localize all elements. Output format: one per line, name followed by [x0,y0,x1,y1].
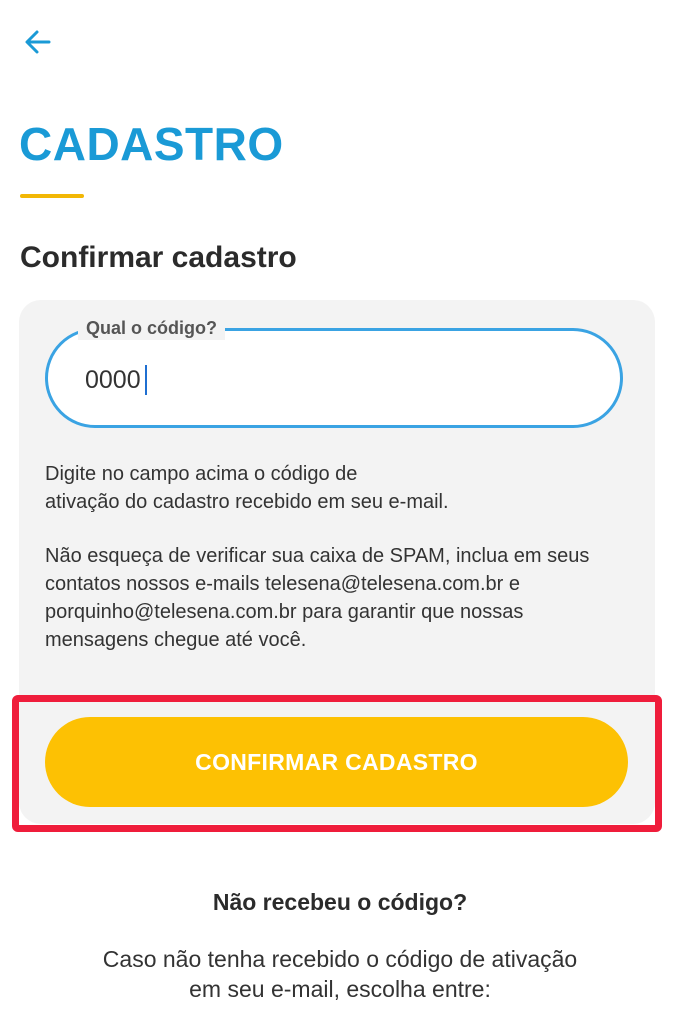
section-title: Confirmar cadastro [20,241,297,274]
resend-title: Não recebeu o código? [212,889,468,915]
code-field-label: Qual o código? [78,316,225,340]
resend-text-line: Caso não tenha recebido o código de ativ… [102,946,578,972]
instruction-line: Digite no campo acima o código de [45,463,358,485]
resend-text-line: em seu e-mail, escolha entre: [189,976,491,1002]
highlight-box [12,695,662,832]
spam-notice-line: Não esqueça de verificar sua caixa de SP… [45,545,590,567]
spam-notice-line: contatos nossos e-mails telesena@telesen… [45,573,520,595]
page-title: CADASTRO [19,118,284,170]
back-button[interactable] [18,22,58,62]
instruction-line: ativação do cadastro recebido em seu e-m… [45,491,449,513]
instruction-text: Digite no campo acima o código de ativaç… [45,460,645,516]
arrow-left-icon [25,30,51,54]
resend-text: Caso não tenha recebido o código de ativ… [40,944,640,1004]
registration-screen: CADASTRO Confirmar cadastro Qual o códig… [0,0,680,1024]
spam-notice-line: porquinho@telesena.com.br para garantir … [45,601,524,623]
text-caret [145,365,147,395]
title-underline [20,194,84,198]
spam-notice: Não esqueça de verificar sua caixa de SP… [45,542,645,654]
spam-notice-line: mensagens chegue até você. [45,629,307,651]
code-input[interactable] [85,362,585,398]
